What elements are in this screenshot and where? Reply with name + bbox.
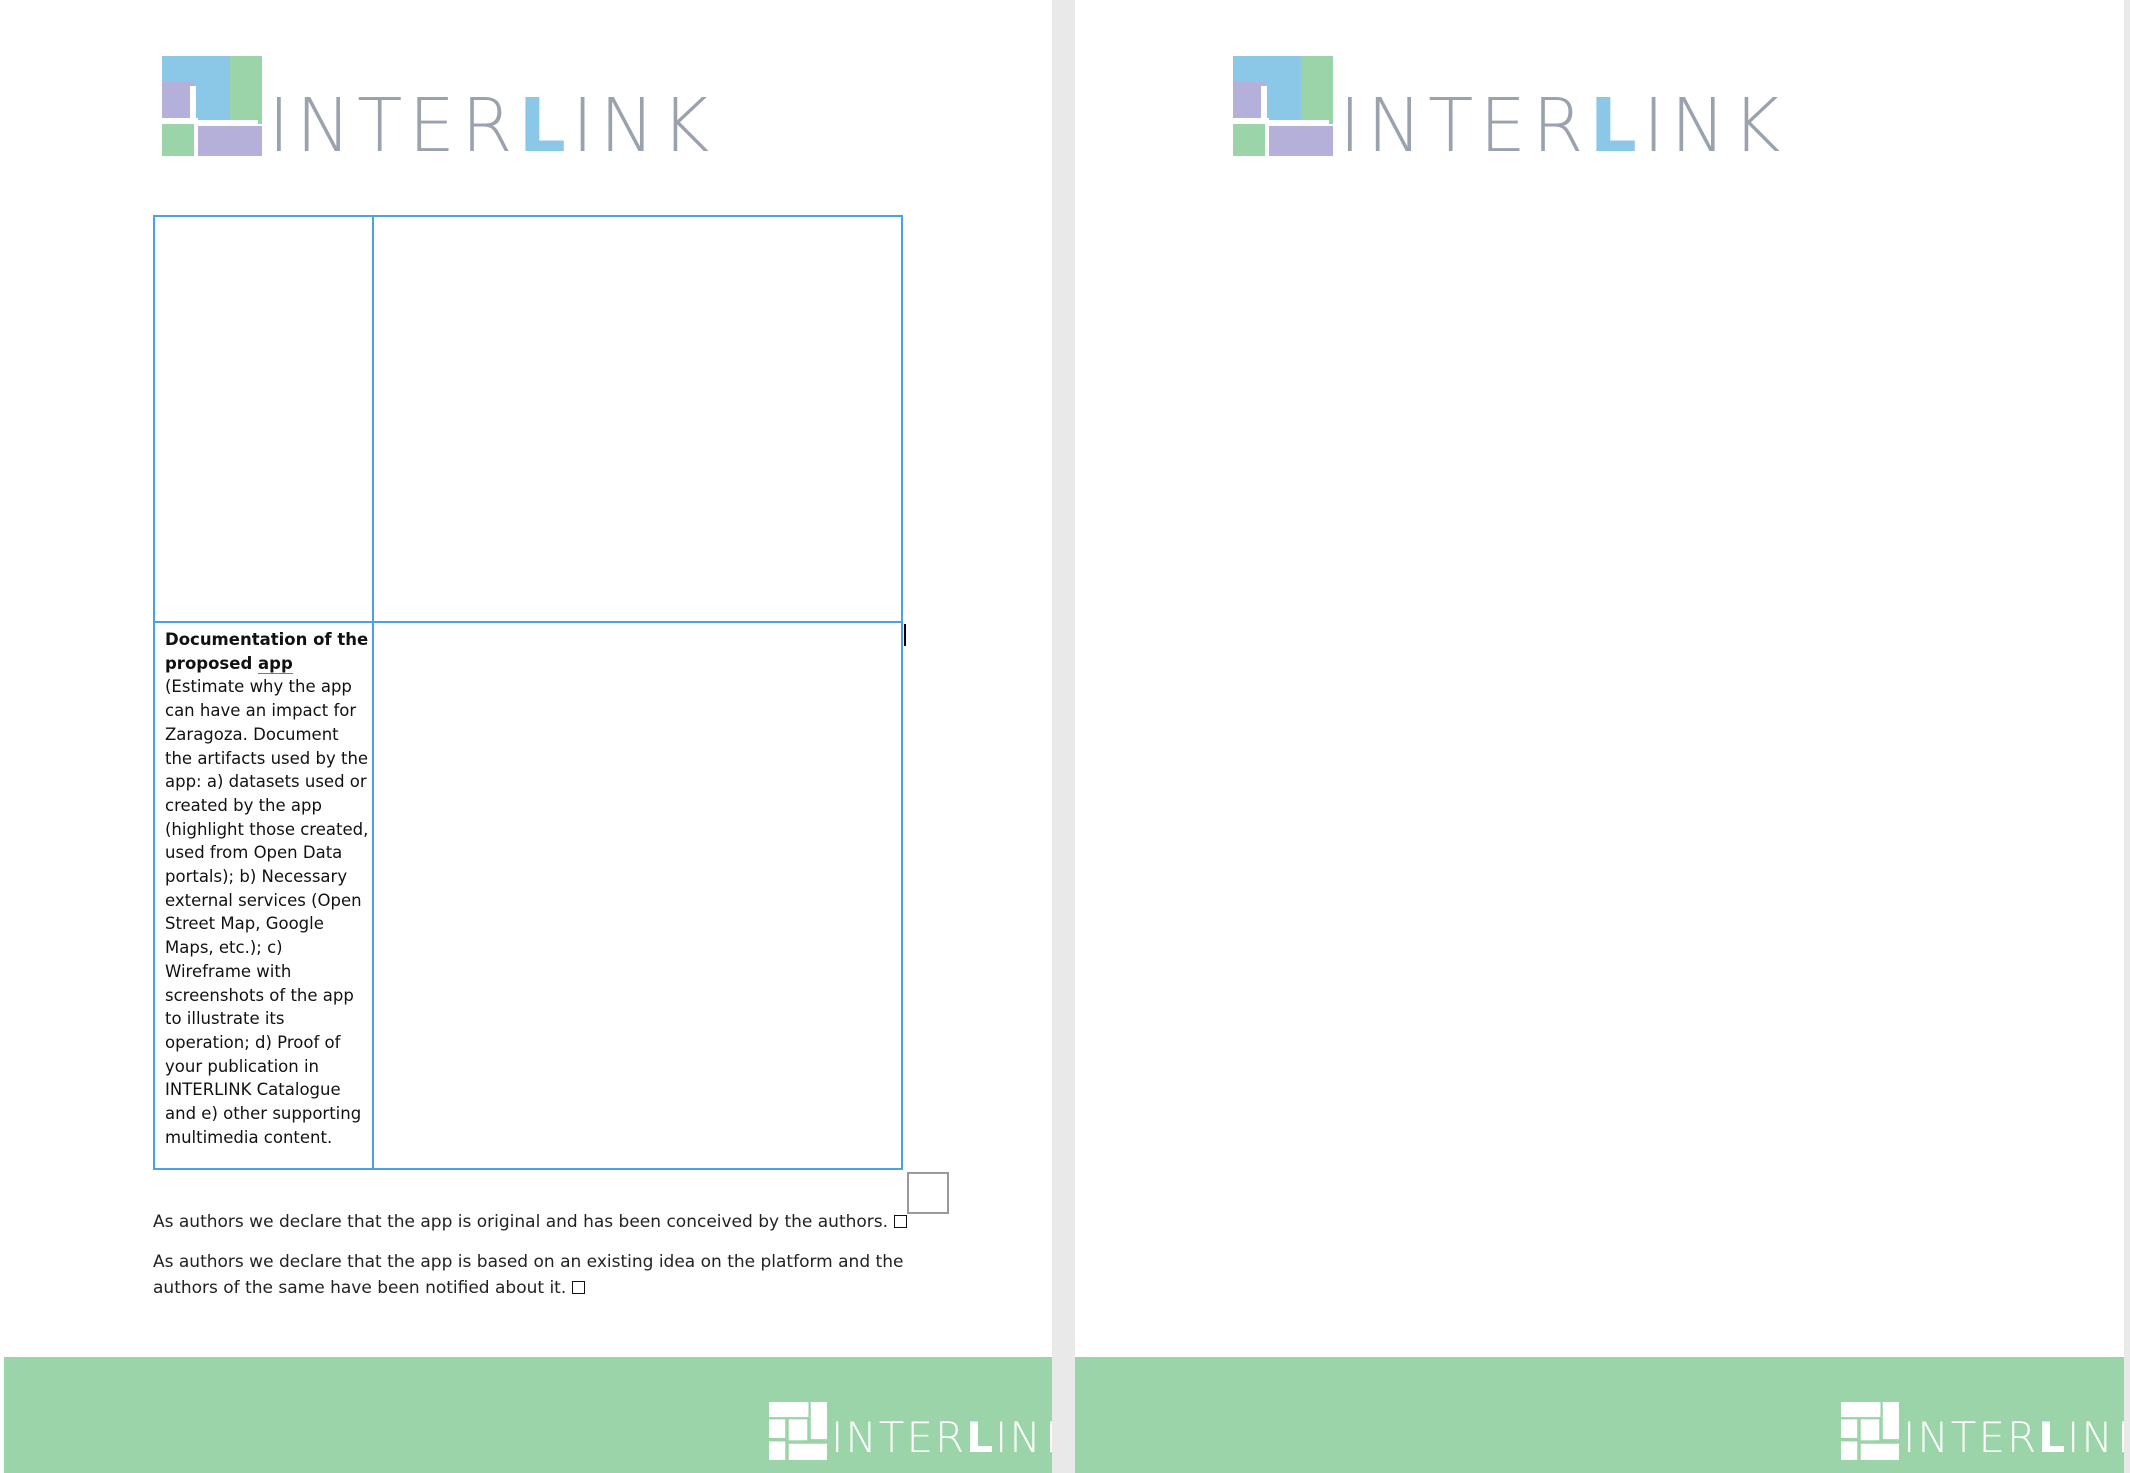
wordmark-highlight: L — [518, 83, 572, 169]
page-footer-band: INTERLINK — [1075, 1357, 2124, 1473]
declaration-existing-idea-text: As authors we declare that the app is ba… — [153, 1252, 904, 1298]
app-info-table: Documentation of the proposed app (Estim… — [153, 215, 903, 1170]
declaration-original-text: As authors we declare that the app is or… — [153, 1212, 889, 1232]
table-row-divider — [155, 621, 901, 623]
interlink-logo-mark-icon — [1233, 56, 1333, 156]
footer-wordmark: INTERLINK — [831, 1413, 1052, 1462]
footer-logo: INTERLINK — [769, 1402, 1052, 1460]
interlink-footer-mark-icon — [1841, 1402, 1899, 1460]
interlink-wordmark: INTERLINK — [268, 83, 716, 169]
documentation-label-description: (Estimate why the app can have an impact… — [165, 677, 369, 1147]
wordmark-highlight: L — [1589, 83, 1643, 169]
document-page-2: INTERLINK INTERLINK — [1075, 0, 2124, 1473]
text-cursor — [904, 624, 906, 646]
interlink-wordmark: INTERLINK — [1339, 83, 1787, 169]
declaration-existing-idea: As authors we declare that the app is ba… — [153, 1249, 913, 1301]
documentation-label-app: app — [258, 653, 293, 674]
header-logo-page-2: INTERLINK — [1233, 56, 1780, 163]
declaration-original-checkbox[interactable] — [894, 1215, 908, 1228]
document-page-1: INTERLINK Documentation of the proposed … — [4, 0, 1052, 1473]
footer-logo: INTERLINK — [1841, 1402, 2124, 1460]
declaration-existing-idea-checkbox[interactable] — [572, 1281, 586, 1294]
footer-wordmark: INTERLINK — [1903, 1413, 2124, 1462]
table-resize-handle[interactable] — [907, 1172, 949, 1214]
page-footer-band: INTERLINK — [4, 1357, 1052, 1473]
right-margin — [2124, 0, 2130, 1473]
header-logo: INTERLINK — [162, 56, 709, 163]
documentation-label-cell[interactable]: Documentation of the proposed app (Estim… — [165, 628, 369, 1149]
table-column-divider — [372, 217, 374, 1168]
interlink-logo-mark-icon — [162, 56, 262, 156]
interlink-footer-mark-icon — [769, 1402, 827, 1460]
declaration-original: As authors we declare that the app is or… — [153, 1209, 913, 1235]
